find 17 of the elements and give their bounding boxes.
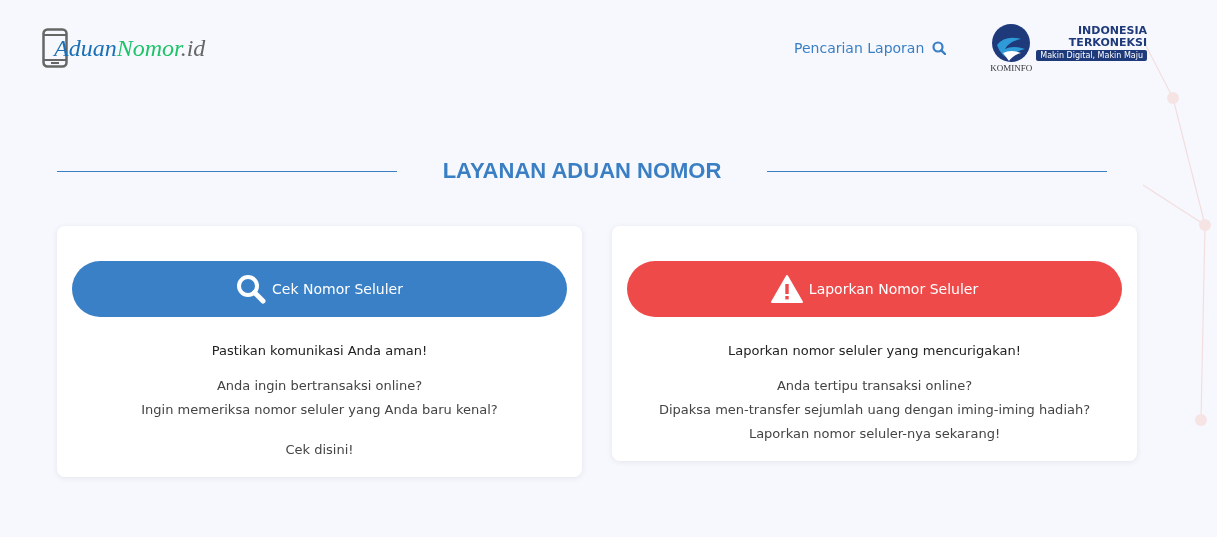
action-button[interactable]: Cek Nomor Seluler: [72, 261, 567, 317]
section-title: LAYANAN ADUAN NOMOR: [442, 158, 722, 184]
slogan-title: INDONESIA: [1077, 25, 1147, 37]
kominfo-label: KOMINFO: [990, 63, 1033, 73]
action-button[interactable]: Laporkan Nomor Seluler: [627, 261, 1122, 317]
card-text: Anda tertipu transaksi online? Dipaksa men-transfer sejumlah uang dengan iming-iming hadiah? Laporkan nomor seluler-nya sekarang!: [657, 377, 1092, 443]
tagline-badge: Makin Digital, Makin Maju: [1036, 50, 1147, 61]
search-reports-link[interactable]: Pencarian Laporan: [794, 40, 947, 56]
slogan-title: TERKONEKSI: [1068, 37, 1147, 49]
card-lead: Laporkan nomor seluler yang mencurigakan!: [727, 343, 1022, 358]
card-lead: Pastikan komunikasi Anda aman!: [210, 343, 429, 358]
card-text: Anda ingin bertransaksi online? Ingin memeriksa nomor seluler yang Anda baru kenal?: [140, 377, 499, 419]
search-icon: [932, 41, 947, 55]
globe-logo-icon: [991, 23, 1032, 63]
card-text: Cek disini!: [284, 441, 355, 459]
warning-icon: [770, 275, 803, 303]
search-icon: [236, 274, 267, 304]
